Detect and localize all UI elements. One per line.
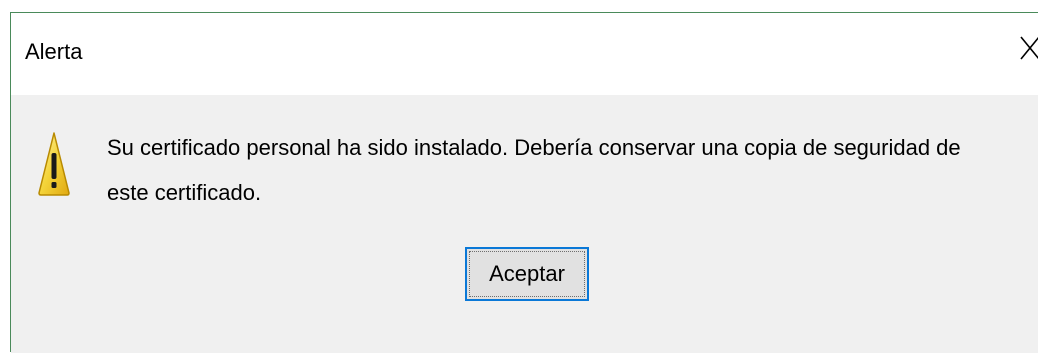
dialog-body: Su certificado personal ha sido instalad… <box>11 95 1038 353</box>
accept-button[interactable]: Aceptar <box>465 247 589 301</box>
dialog-title: Alerta <box>25 39 83 64</box>
title-bar: Alerta <box>11 13 1038 95</box>
accept-button-label: Aceptar <box>489 261 565 286</box>
warning-icon <box>38 132 70 196</box>
alert-dialog: Alerta Su certificado personal ha sido i… <box>10 12 1038 353</box>
close-button[interactable] <box>1015 31 1038 65</box>
alert-message: Su certificado personal ha sido instalad… <box>107 135 961 205</box>
close-icon <box>1020 36 1038 60</box>
